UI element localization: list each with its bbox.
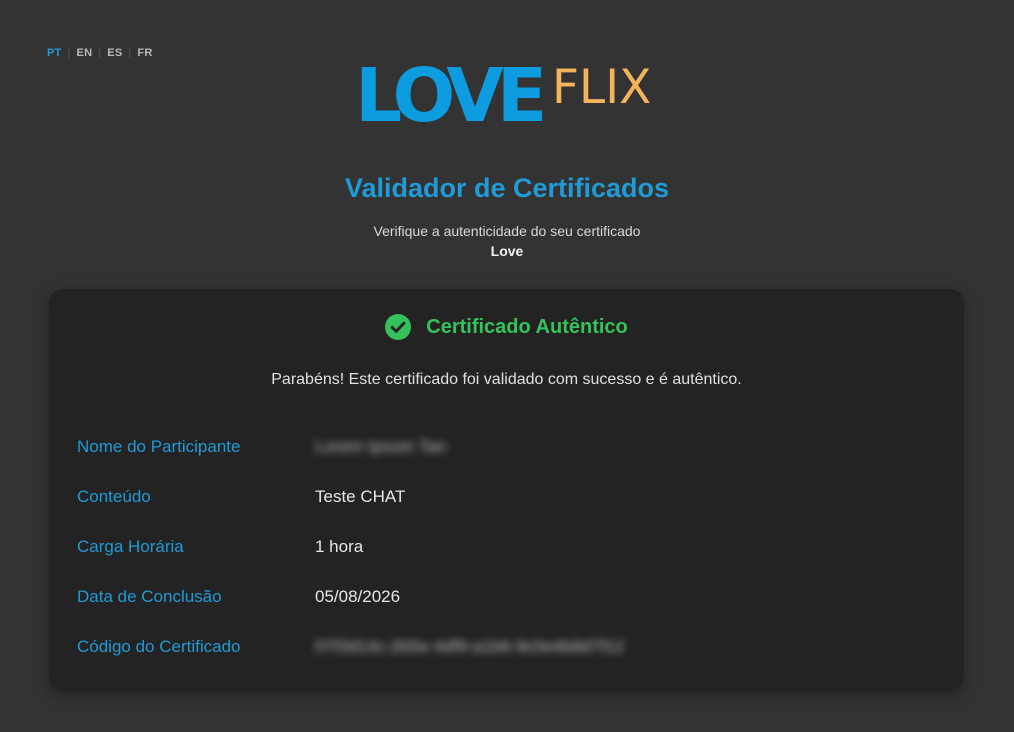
detail-row-participant: Nome do Participante Lorem Ipsum Tan bbox=[77, 434, 937, 484]
page-title: Validador de Certificados bbox=[344, 173, 670, 203]
detail-label: Data de Conclusão bbox=[77, 587, 222, 606]
brand-name: Love bbox=[490, 243, 524, 259]
detail-value-certificate-code: 07f3d14c-2b5e-4df9-a1b6-9c0e4b8d7f12 bbox=[315, 637, 625, 656]
detail-label: Conteúdo bbox=[77, 487, 151, 506]
certificate-details: Nome do Participante Lorem Ipsum Tan Con… bbox=[77, 434, 937, 684]
validation-result-card: Certificado Autêntico Parabéns! Este cer… bbox=[49, 289, 964, 691]
loveflix-logo: LOVE FLIX bbox=[355, 56, 665, 136]
detail-value-content: Teste CHAT bbox=[315, 487, 406, 506]
detail-value-participant: Lorem Ipsum Tan bbox=[315, 437, 447, 456]
detail-label: Código do Certificado bbox=[77, 637, 241, 656]
detail-row-completion-date: Data de Conclusão 05/08/2026 bbox=[77, 584, 937, 634]
detail-row-content: Conteúdo Teste CHAT bbox=[77, 484, 937, 534]
language-option-en[interactable]: EN bbox=[77, 47, 93, 59]
certificate-validator-page: PT | EN | ES | FR LOVE FLIX Validador de… bbox=[0, 0, 1014, 732]
language-option-pt[interactable]: PT bbox=[47, 47, 61, 59]
detail-row-workload: Carga Horária 1 hora bbox=[77, 534, 937, 584]
check-circle-icon bbox=[385, 314, 412, 340]
language-separator: | bbox=[128, 47, 132, 59]
language-option-fr[interactable]: FR bbox=[137, 47, 152, 59]
validation-message: Parabéns! Este certificado foi validado … bbox=[271, 371, 742, 388]
detail-label: Nome do Participante bbox=[77, 437, 241, 456]
status-text: Certificado Autêntico bbox=[426, 315, 628, 338]
detail-row-certificate-code: Código do Certificado 07f3d14c-2b5e-4df9… bbox=[77, 634, 937, 684]
detail-value-completion-date: 05/08/2026 bbox=[315, 587, 401, 606]
language-separator: | bbox=[67, 47, 71, 59]
detail-label: Carga Horária bbox=[77, 537, 184, 556]
logo-love-text: LOVE bbox=[355, 53, 547, 139]
language-separator: | bbox=[98, 47, 102, 59]
page-subtitle: Verifique a autenticidade do seu certifi… bbox=[373, 223, 641, 239]
language-switcher: PT | EN | ES | FR bbox=[47, 47, 153, 59]
logo-flix-text: FLIX bbox=[552, 60, 652, 115]
validation-status: Certificado Autêntico bbox=[49, 314, 964, 340]
language-option-es[interactable]: ES bbox=[107, 47, 122, 59]
detail-value-workload: 1 hora bbox=[315, 537, 364, 556]
